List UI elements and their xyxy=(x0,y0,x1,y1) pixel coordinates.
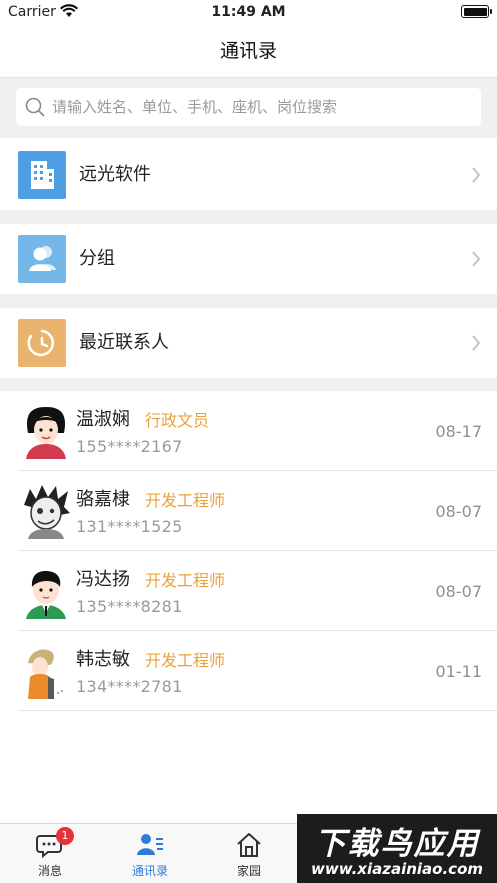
menu-label: 最近联系人 xyxy=(79,332,169,353)
menu-item-groups[interactable]: 分组 xyxy=(0,224,497,294)
contact-date: 08-17 xyxy=(435,422,483,441)
chevron-right-icon xyxy=(472,251,481,267)
menu-item-recent-contacts[interactable]: 最近联系人 xyxy=(0,308,497,378)
nav-bar: 通讯录 xyxy=(0,26,497,78)
contact-date: 01-11 xyxy=(435,662,483,681)
menu-item-company[interactable]: 远光软件 xyxy=(0,140,497,210)
tab-messages[interactable]: 1 消息 xyxy=(0,824,100,883)
menu-label: 分组 xyxy=(79,248,115,269)
contact-phone: 155****2167 xyxy=(76,437,183,456)
contact-row[interactable]: 温淑娴 行政文员 155****2167 08-17 xyxy=(18,391,497,471)
watermark: 下载鸟应用 www.xiazainiao.com xyxy=(297,814,497,883)
contact-role: 行政文员 xyxy=(145,411,210,430)
battery-icon xyxy=(461,5,492,18)
page-title: 通讯录 xyxy=(219,40,277,62)
home-icon xyxy=(237,833,261,857)
contact-phone: 135****8281 xyxy=(76,597,183,616)
avatar xyxy=(28,649,63,699)
chevron-right-icon xyxy=(472,335,481,351)
contact-name: 韩志敏 xyxy=(76,649,130,670)
search-placeholder: 请输入姓名、单位、手机、座机、岗位搜索 xyxy=(52,98,338,116)
group-icon xyxy=(18,235,66,283)
contact-row[interactable]: 骆嘉棣 开发工程师 131****1525 08-07 xyxy=(18,471,497,551)
building-icon xyxy=(18,151,66,199)
search-input[interactable]: 请输入姓名、单位、手机、座机、岗位搜索 xyxy=(16,88,481,126)
contact-name: 温淑娴 xyxy=(76,409,130,430)
unread-badge: 1 xyxy=(56,827,74,845)
search-area: 请输入姓名、单位、手机、座机、岗位搜索 xyxy=(0,78,497,138)
contact-row[interactable]: 韩志敏 开发工程师 134****2781 01-11 xyxy=(18,631,497,711)
status-bar: Carrier 11:49 AM xyxy=(0,0,497,26)
tab-label: 消息 xyxy=(37,864,62,878)
contact-phone: 134****2781 xyxy=(76,677,183,696)
tab-label: 家园 xyxy=(236,864,261,878)
contact-role: 开发工程师 xyxy=(145,571,226,590)
contacts-icon xyxy=(137,834,163,855)
watermark-url: www.xiazainiao.com xyxy=(310,860,484,878)
contact-date: 08-07 xyxy=(435,502,483,521)
tab-contacts[interactable]: 通讯录 xyxy=(100,824,200,883)
clock-icon xyxy=(18,319,66,367)
section-divider xyxy=(0,294,497,308)
avatar xyxy=(26,407,66,459)
contact-name: 冯达扬 xyxy=(76,569,130,590)
tab-label: 通讯录 xyxy=(131,864,168,878)
contact-role: 开发工程师 xyxy=(145,651,226,670)
contact-row[interactable]: 冯达扬 开发工程师 135****8281 08-07 xyxy=(18,551,497,631)
search-icon xyxy=(25,97,45,117)
section-divider xyxy=(0,378,497,391)
section-divider xyxy=(0,210,497,224)
avatar xyxy=(24,485,70,539)
contact-phone: 131****1525 xyxy=(76,517,183,536)
tab-home[interactable]: 家园 xyxy=(199,824,299,883)
contact-date: 08-07 xyxy=(435,582,483,601)
avatar xyxy=(26,571,66,619)
contact-role: 开发工程师 xyxy=(145,491,226,510)
contact-name: 骆嘉棣 xyxy=(76,489,130,510)
status-time: 11:49 AM xyxy=(211,4,286,20)
chevron-right-icon xyxy=(472,167,481,183)
watermark-title: 下载鸟应用 xyxy=(314,826,480,862)
menu-label: 远光软件 xyxy=(79,164,151,185)
